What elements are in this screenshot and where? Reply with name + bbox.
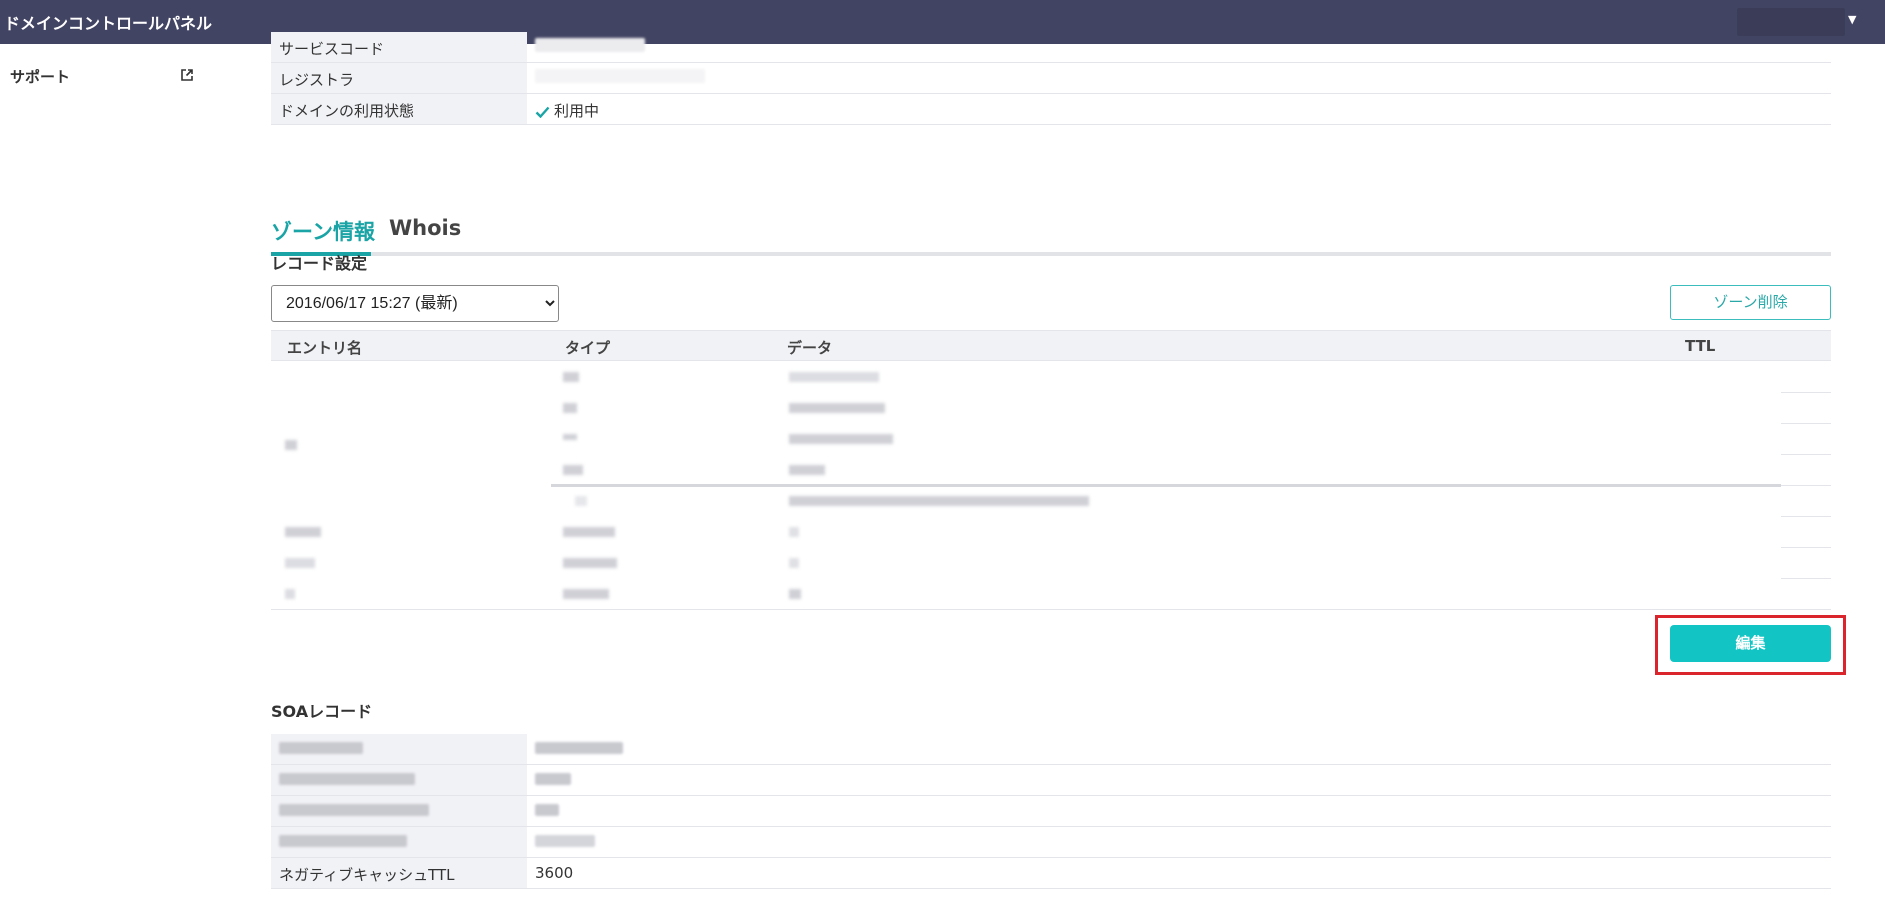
soa-row (271, 827, 1831, 858)
sidebar-item-support[interactable]: サポート (10, 64, 200, 90)
record-data-redacted (789, 589, 801, 599)
soa-value: 3600 (535, 864, 574, 882)
row-divider (1781, 547, 1831, 548)
table-bottom-border (271, 609, 1831, 610)
soa-key: ネガティブキャッシュTTL (271, 858, 527, 888)
record-type-redacted (575, 496, 587, 506)
record-type-redacted (563, 558, 617, 568)
record-data-redacted (789, 527, 799, 537)
soa-value-redacted (535, 740, 623, 758)
edit-button[interactable]: 編集 (1670, 625, 1831, 662)
soa-row (271, 734, 1831, 765)
record-data-redacted (789, 558, 799, 568)
record-entry-redacted (285, 440, 297, 450)
soa-key-redacted (271, 765, 527, 795)
sidebar: サポート (0, 44, 210, 922)
column-header-type: タイプ (565, 339, 611, 357)
record-type-redacted (563, 434, 577, 440)
row-divider (1781, 516, 1831, 517)
soa-key-redacted (271, 734, 527, 764)
external-link-icon[interactable] (180, 68, 194, 82)
tab-divider (271, 252, 1831, 256)
soa-key-redacted (271, 796, 527, 826)
info-value: 利用中 (535, 100, 599, 121)
row-divider (1781, 423, 1831, 424)
record-type-redacted (563, 403, 577, 413)
record-data-redacted (789, 496, 1089, 506)
record-type-redacted (563, 372, 579, 382)
record-type-redacted (563, 527, 615, 537)
row-divider (551, 484, 1781, 487)
record-entry-redacted (285, 558, 315, 568)
soa-value-redacted (535, 771, 571, 789)
row-divider (1781, 485, 1831, 486)
row-divider (1781, 454, 1831, 455)
domain-status-text: 利用中 (554, 102, 600, 120)
app-title: ドメインコントロールパネル (4, 14, 213, 33)
soa-title: SOAレコード (271, 702, 373, 721)
record-data-redacted (789, 372, 879, 382)
record-settings-title: レコード設定 (271, 254, 368, 273)
record-type-redacted (563, 465, 583, 475)
info-value-redacted (535, 69, 705, 87)
info-key: レジストラ (271, 63, 527, 93)
column-header-ttl: TTL (1685, 337, 1716, 355)
info-key: サービスコード (271, 32, 527, 62)
record-entry-redacted (285, 527, 321, 537)
zone-delete-button[interactable]: ゾーン削除 (1670, 285, 1831, 320)
info-value-redacted (535, 38, 645, 56)
record-entry-redacted (285, 589, 295, 599)
info-row-service-code: サービスコード (271, 32, 1831, 63)
tab-bar: ゾーン情報 Whois (271, 166, 1831, 256)
chevron-down-icon[interactable]: ▼ (1848, 13, 1856, 26)
soa-row (271, 765, 1831, 796)
sidebar-item-label[interactable]: サポート (10, 66, 70, 87)
record-data-redacted (789, 465, 825, 475)
soa-key-redacted (271, 827, 527, 857)
column-header-entry-name: エントリ名 (287, 339, 363, 357)
record-type-redacted (563, 589, 609, 599)
record-table-header: エントリ名 タイプ データ TTL (271, 330, 1831, 361)
record-table: エントリ名 タイプ データ TTL (271, 330, 1831, 610)
column-header-data: データ (787, 339, 833, 357)
row-divider (1781, 578, 1831, 579)
record-data-redacted (789, 434, 893, 444)
soa-row (271, 796, 1831, 827)
record-data-redacted (789, 403, 885, 413)
info-row-registrar: レジストラ (271, 63, 1831, 94)
soa-value-redacted (535, 802, 559, 820)
info-row-domain-status: ドメインの利用状態 利用中 (271, 94, 1831, 125)
soa-row-negative-cache-ttl: ネガティブキャッシュTTL 3600 (271, 858, 1831, 889)
tab-whois[interactable]: Whois (389, 216, 461, 240)
row-divider (1781, 392, 1831, 393)
check-icon (535, 106, 550, 118)
info-key: ドメインの利用状態 (271, 94, 527, 124)
soa-value-redacted (535, 833, 595, 851)
tab-zone-info[interactable]: ゾーン情報 (271, 216, 375, 246)
zone-version-select[interactable]: 2016/06/17 15:27 (最新) (271, 285, 559, 322)
